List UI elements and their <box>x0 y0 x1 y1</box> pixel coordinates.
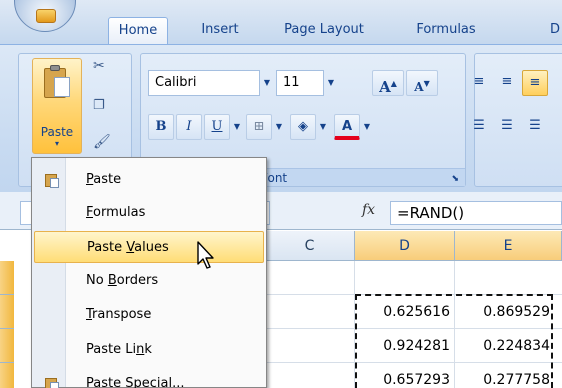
font-color-button[interactable]: A <box>334 114 360 140</box>
paste-label: Paste <box>40 125 74 139</box>
mouse-pointer-icon <box>197 241 214 269</box>
formula-input[interactable]: =RAND() <box>390 201 562 225</box>
fill-color-dropdown-icon[interactable]: ▼ <box>316 115 330 139</box>
ribbon-tab-strip: Home Insert Page Layout Formulas D <box>0 0 562 45</box>
insert-function-icon[interactable]: fx <box>362 202 375 218</box>
tab-data[interactable]: D <box>540 17 562 45</box>
paste-dropdown-menu: Paste Formulas Paste Values No Borders T… <box>31 157 267 388</box>
grow-font-button[interactable]: A▲ <box>372 70 404 96</box>
column-header-c[interactable]: C <box>265 231 355 261</box>
copy-marquee <box>355 294 553 388</box>
menu-item-paste-values[interactable]: Paste Values <box>34 231 264 263</box>
font-name-combobox[interactable]: Calibri <box>148 70 260 96</box>
align-left-button[interactable]: ☰ <box>466 114 492 140</box>
menu-item-formulas[interactable]: Formulas <box>34 197 264 229</box>
align-center-button[interactable]: ☰ <box>494 114 520 140</box>
italic-button[interactable]: I <box>176 114 202 140</box>
tab-page-layout[interactable]: Page Layout <box>272 17 376 45</box>
align-bottom-button[interactable]: ≡ <box>522 70 548 96</box>
cut-icon[interactable]: ✂ <box>93 58 105 74</box>
align-middle-button[interactable]: ≡ <box>494 70 520 96</box>
font-size-combobox[interactable]: 11 <box>276 70 324 96</box>
font-name-value: Calibri <box>155 75 197 90</box>
row-header[interactable] <box>0 261 14 295</box>
office-button[interactable] <box>14 0 76 32</box>
row-header[interactable] <box>0 295 14 329</box>
font-size-value: 11 <box>283 75 300 90</box>
align-right-button[interactable]: ☰ <box>522 114 548 140</box>
shrink-font-button[interactable]: A▼ <box>406 70 438 96</box>
tab-insert[interactable]: Insert <box>190 17 250 45</box>
bold-button[interactable]: B <box>148 114 174 140</box>
row-header[interactable] <box>0 329 14 363</box>
borders-button[interactable]: ⊞ <box>246 114 272 140</box>
underline-button[interactable]: U <box>204 114 230 140</box>
office-logo-icon <box>36 9 56 23</box>
menu-item-paste-link[interactable]: Paste Link <box>34 334 264 366</box>
menu-item-no-borders[interactable]: No Borders <box>34 265 264 297</box>
align-top-button[interactable]: ≡ <box>466 70 492 96</box>
menu-item-paste-special[interactable]: Paste Special... <box>34 368 264 388</box>
borders-dropdown-icon[interactable]: ▼ <box>272 115 286 139</box>
font-size-dropdown-icon[interactable]: ▼ <box>324 71 338 95</box>
format-painter-icon[interactable]: 🖌 <box>93 134 111 150</box>
tab-formulas[interactable]: Formulas <box>404 17 488 45</box>
font-color-dropdown-icon[interactable]: ▼ <box>360 115 374 139</box>
menu-item-transpose[interactable]: Transpose <box>34 299 264 331</box>
fill-color-button[interactable]: ◈ <box>290 114 316 140</box>
row-header[interactable] <box>0 363 14 388</box>
copy-icon[interactable]: ❐ <box>93 98 105 113</box>
menu-item-paste[interactable]: Paste <box>34 164 264 196</box>
paste-button[interactable]: Paste ▾ <box>32 58 82 154</box>
tab-home[interactable]: Home <box>108 17 168 45</box>
font-dialog-launcher-icon[interactable]: ⬊ <box>451 174 459 184</box>
clipboard-icon <box>44 65 72 99</box>
underline-dropdown-icon[interactable]: ▼ <box>230 115 244 139</box>
column-header-d[interactable]: D <box>355 231 455 261</box>
paste-icon <box>44 172 60 188</box>
column-header-e[interactable]: E <box>455 231 562 261</box>
font-name-dropdown-icon[interactable]: ▼ <box>260 71 274 95</box>
paste-dropdown-arrow-icon[interactable]: ▾ <box>33 139 81 148</box>
paste-special-icon <box>44 376 60 388</box>
